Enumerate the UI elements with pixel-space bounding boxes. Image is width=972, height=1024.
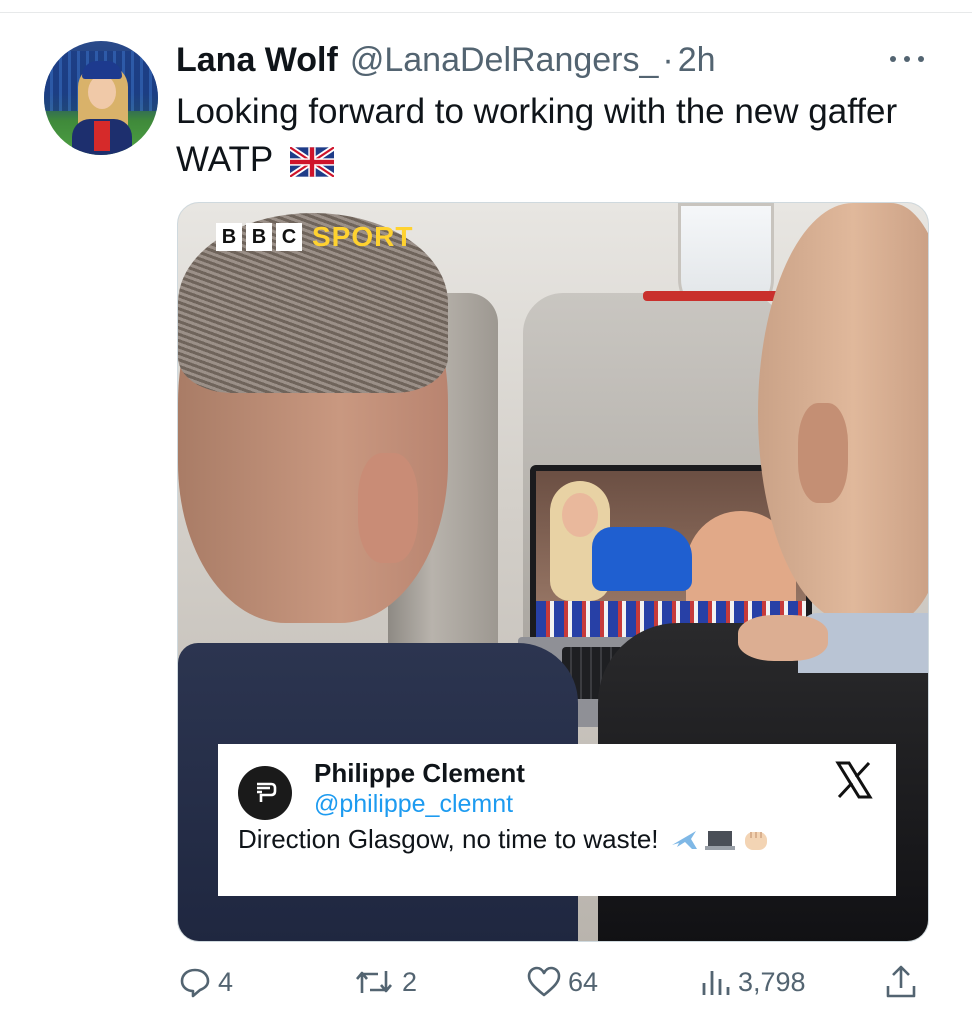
quoted-author-handle: @philippe_clemnt: [314, 790, 514, 818]
quoted-avatar-logo-icon: [257, 782, 277, 802]
quoted-emojis: [669, 826, 771, 854]
like-button[interactable]: 64: [526, 958, 598, 1006]
laptop-icon: [704, 830, 735, 850]
left-man-ear: [358, 453, 418, 563]
views-button[interactable]: 3,798: [700, 958, 806, 1006]
header-separator: ·: [662, 40, 674, 79]
tweet-text: Looking forward to working with the new …: [176, 88, 916, 184]
quoted-text: Direction Glasgow, no time to waste!: [238, 824, 771, 855]
bbc-letter-2: B: [246, 223, 272, 251]
retweet-icon: [356, 971, 392, 993]
tweet-header: Lana Wolf @LanaDelRangers_ · 2h: [176, 38, 716, 82]
screen-figure-jersey: [592, 527, 692, 591]
tweet-action-bar: 4 2 64 3,798: [0, 958, 972, 1006]
author-handle[interactable]: @LanaDelRangers_: [350, 41, 659, 80]
bbc-sport-word: SPORT: [312, 221, 414, 252]
author-avatar[interactable]: [44, 41, 158, 155]
heart-icon: [527, 966, 561, 997]
right-man-hand: [738, 615, 828, 661]
fist-icon: [744, 831, 767, 850]
tweet-body: Looking forward to working with the new …: [176, 92, 898, 179]
bbc-letter-3: C: [276, 223, 302, 251]
analytics-icon: [702, 971, 730, 995]
share-button[interactable]: [884, 958, 918, 1006]
reply-count: 4: [218, 966, 234, 997]
airplane-icon: [671, 830, 697, 849]
bbc-letter-1: B: [216, 223, 242, 251]
avatar-face: [88, 75, 116, 109]
top-divider: [0, 12, 972, 13]
quoted-author-name: Philippe Clement: [314, 758, 525, 788]
right-man-ear: [798, 403, 848, 503]
share-icon: [886, 965, 916, 998]
reply-icon: [180, 968, 210, 998]
tweet-media-image[interactable]: B B C SPORT Philippe Clement @philippe_c…: [177, 202, 929, 942]
quoted-avatar: [238, 766, 292, 820]
bbc-sport-logo: B B C SPORT: [216, 221, 413, 253]
x-logo-icon: [835, 761, 873, 799]
quoted-text-body: Direction Glasgow, no time to waste!: [238, 824, 659, 854]
more-dots-icon: [890, 56, 924, 62]
tweet-timestamp[interactable]: 2h: [678, 41, 716, 80]
quoted-post-card: Philippe Clement @philippe_clemnt Direct…: [218, 744, 896, 896]
avatar-shirt: [94, 121, 110, 151]
views-count: 3,798: [738, 966, 806, 997]
author-name[interactable]: Lana Wolf: [176, 41, 338, 80]
like-count: 64: [568, 966, 599, 997]
retweet-count: 2: [402, 966, 418, 997]
seat-headrest-band: [643, 291, 783, 301]
more-options-button[interactable]: [884, 42, 930, 76]
uk-flag-icon: [290, 147, 335, 177]
retweet-button[interactable]: 2: [352, 958, 417, 1006]
screen-figure-face: [562, 493, 598, 537]
reply-button[interactable]: 4: [178, 958, 233, 1006]
avatar-cap: [82, 61, 122, 79]
